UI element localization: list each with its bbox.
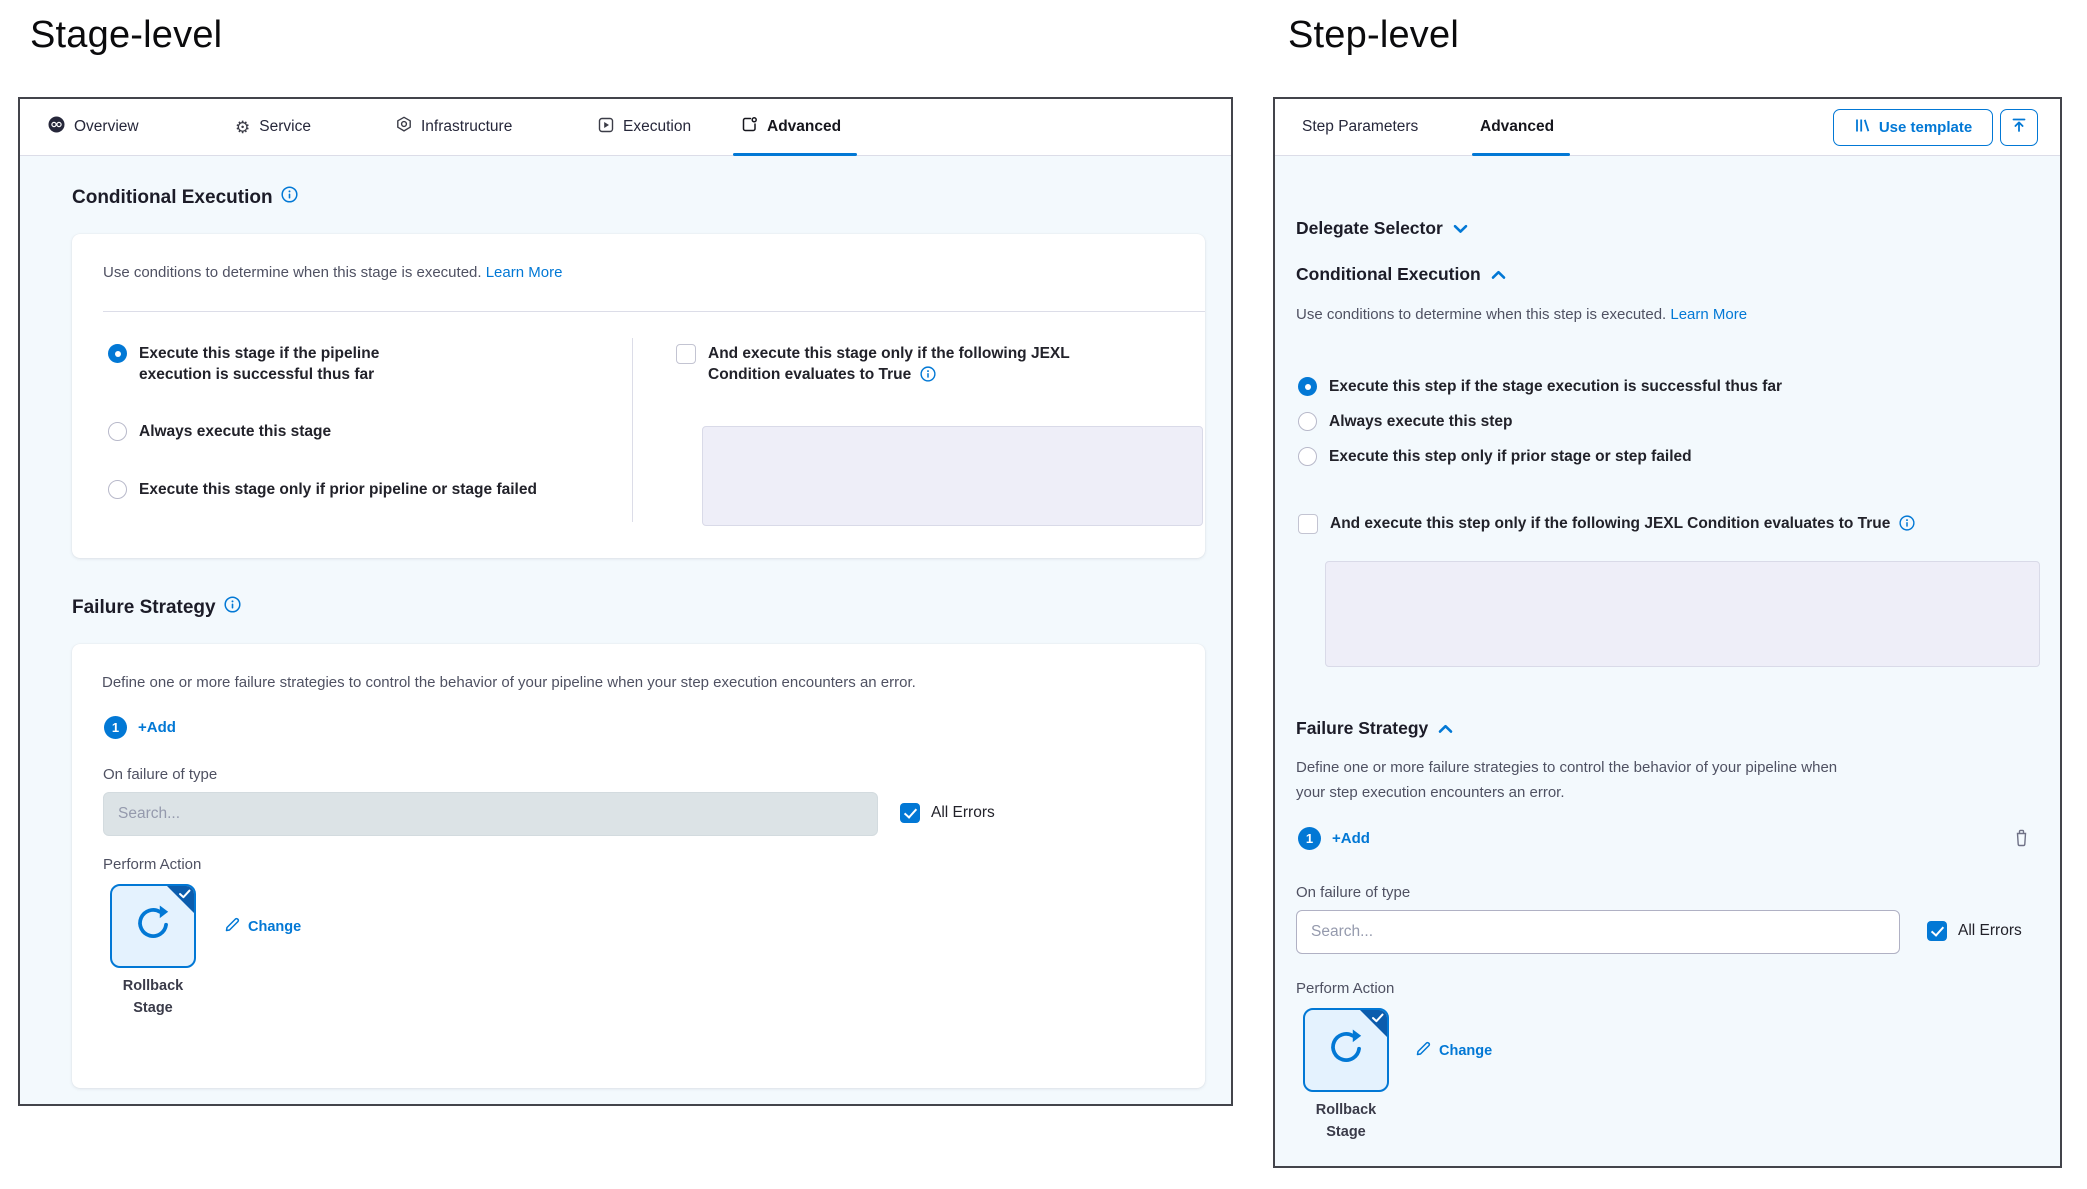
strategy-count-pill[interactable]: 1 xyxy=(104,716,127,739)
radio-execute-if-successful[interactable]: Execute this step if the stage execution… xyxy=(1298,377,1782,398)
radio-unselected-icon[interactable] xyxy=(108,480,127,499)
perform-action-label: Perform Action xyxy=(1296,980,1394,997)
template-library-icon xyxy=(1854,117,1871,138)
conditional-execution-description: Use conditions to determine when this st… xyxy=(103,264,562,281)
pencil-icon xyxy=(224,916,241,938)
screenshot-canvas: Stage-level Step-level Overview ⚙ Servic… xyxy=(0,0,2087,1189)
radio-selected-icon[interactable] xyxy=(1298,377,1317,396)
jexl-condition-textarea[interactable] xyxy=(702,426,1203,526)
tab-execution[interactable]: Execution xyxy=(598,99,691,155)
change-action-button[interactable]: Change xyxy=(224,916,301,938)
radio-execute-if-failed[interactable]: Execute this step only if prior stage or… xyxy=(1298,447,1692,468)
step-tabbar: Step Parameters Advanced Use template xyxy=(1275,99,2060,156)
tab-label: Overview xyxy=(74,118,139,136)
checkbox-unchecked-icon[interactable] xyxy=(676,344,696,364)
stage-tabbar: Overview ⚙ Service Infrastructure Execut… xyxy=(20,99,1231,156)
checkbox-checked-icon[interactable] xyxy=(900,803,920,823)
chevron-up-icon xyxy=(1438,718,1453,739)
learn-more-link[interactable]: Learn More xyxy=(486,264,563,281)
strategy-list-row: 1 +Add xyxy=(1298,827,1370,850)
upload-arrow-icon xyxy=(2010,116,2028,139)
tab-label: Step Parameters xyxy=(1302,118,1418,136)
radio-always-execute[interactable]: Always execute this step xyxy=(1298,412,1513,433)
step-level-title: Step-level xyxy=(1288,14,1459,57)
stage-panel-body: Conditional Execution Use conditions to … xyxy=(20,156,1231,1104)
service-gear-icon: ⚙ xyxy=(235,119,250,136)
learn-more-link[interactable]: Learn More xyxy=(1670,306,1747,323)
tab-advanced[interactable]: Advanced xyxy=(741,99,841,155)
tab-overview[interactable]: Overview xyxy=(48,99,139,155)
tile-check-icon xyxy=(178,887,192,905)
failure-strategy-card: Define one or more failure strategies to… xyxy=(72,644,1205,1088)
delete-strategy-icon[interactable] xyxy=(2013,828,2030,852)
failure-strategy-description: Define one or more failure strategies to… xyxy=(102,674,1102,691)
step-panel-body: Delegate Selector Conditional Execution … xyxy=(1275,156,2060,1166)
change-action-button[interactable]: Change xyxy=(1415,1040,1492,1062)
info-icon[interactable] xyxy=(224,596,241,619)
tile-check-icon xyxy=(1371,1011,1385,1029)
failure-type-search-input[interactable] xyxy=(103,792,878,836)
tab-service[interactable]: ⚙ Service xyxy=(235,99,311,155)
conditional-execution-card: Use conditions to determine when this st… xyxy=(72,234,1205,558)
checkbox-checked-icon[interactable] xyxy=(1927,921,1947,941)
failure-strategy-description: Define one or more failure strategies to… xyxy=(1296,756,1851,806)
all-errors-checkbox-row[interactable]: All Errors xyxy=(1927,921,2022,941)
rollback-stage-action-tile[interactable] xyxy=(110,884,196,968)
radio-unselected-icon[interactable] xyxy=(108,422,127,441)
radio-always-execute[interactable]: Always execute this stage xyxy=(108,422,331,443)
save-as-template-button[interactable] xyxy=(2000,109,2038,146)
on-failure-of-type-label: On failure of type xyxy=(1296,884,1410,901)
radio-selected-icon[interactable] xyxy=(108,344,127,363)
strategy-list-row: 1 +Add xyxy=(104,716,176,739)
jexl-condition-checkbox-row[interactable]: And execute this stage only if the follo… xyxy=(676,344,1138,389)
checkbox-unchecked-icon[interactable] xyxy=(1298,514,1318,534)
tab-advanced[interactable]: Advanced xyxy=(1480,99,1554,155)
radio-execute-if-successful[interactable]: Execute this stage if the pipeline execu… xyxy=(108,344,447,386)
failure-type-search-input[interactable] xyxy=(1296,910,1900,954)
strategy-count-pill[interactable]: 1 xyxy=(1298,827,1321,850)
selected-action-caption: Rollback Stage xyxy=(1276,1100,1416,1144)
chevron-down-icon xyxy=(1453,218,1468,239)
failure-strategy-heading[interactable]: Failure Strategy xyxy=(1296,718,1453,739)
on-failure-of-type-label: On failure of type xyxy=(103,766,217,783)
radio-unselected-icon[interactable] xyxy=(1298,447,1317,466)
advanced-icon xyxy=(741,116,758,138)
tab-step-parameters[interactable]: Step Parameters xyxy=(1302,99,1418,155)
failure-strategy-heading: Failure Strategy xyxy=(72,596,241,619)
add-strategy-button[interactable]: +Add xyxy=(1332,830,1370,847)
card-divider xyxy=(103,311,1205,312)
info-icon[interactable] xyxy=(281,186,298,209)
selected-action-caption: Rollback Stage xyxy=(83,976,223,1020)
rollback-stage-action-tile[interactable] xyxy=(1303,1008,1389,1092)
tab-label: Infrastructure xyxy=(421,118,512,136)
perform-action-label: Perform Action xyxy=(103,856,201,873)
execution-icon xyxy=(598,117,614,138)
radio-execute-if-failed[interactable]: Execute this stage only if prior pipelin… xyxy=(108,480,537,501)
jexl-condition-checkbox-row[interactable]: And execute this step only if the follow… xyxy=(1298,514,1915,538)
conditional-execution-heading: Conditional Execution xyxy=(72,186,298,209)
tab-label: Execution xyxy=(623,118,691,136)
tab-label: Advanced xyxy=(1480,118,1554,136)
radio-unselected-icon[interactable] xyxy=(1298,412,1317,431)
tab-infrastructure[interactable]: Infrastructure xyxy=(396,99,512,155)
infrastructure-icon xyxy=(396,116,412,138)
tab-label: Advanced xyxy=(767,118,841,136)
stage-advanced-panel: Overview ⚙ Service Infrastructure Execut… xyxy=(18,97,1233,1106)
use-template-button[interactable]: Use template xyxy=(1833,109,1993,146)
info-icon[interactable] xyxy=(1899,515,1915,538)
jexl-condition-textarea[interactable] xyxy=(1325,561,2040,667)
all-errors-checkbox-row[interactable]: All Errors xyxy=(900,803,995,823)
conditional-execution-heading[interactable]: Conditional Execution xyxy=(1296,264,1506,285)
conditional-execution-description: Use conditions to determine when this st… xyxy=(1296,306,1747,323)
step-advanced-panel: Step Parameters Advanced Use template De… xyxy=(1273,97,2062,1168)
chevron-up-icon xyxy=(1491,264,1506,285)
stage-level-title: Stage-level xyxy=(30,14,222,57)
add-strategy-button[interactable]: +Add xyxy=(138,719,176,736)
tab-label: Service xyxy=(259,118,311,136)
info-icon[interactable] xyxy=(920,366,936,389)
pencil-icon xyxy=(1415,1040,1432,1062)
column-divider xyxy=(632,338,633,522)
delegate-selector-heading[interactable]: Delegate Selector xyxy=(1296,218,1468,239)
overview-icon xyxy=(48,116,65,138)
